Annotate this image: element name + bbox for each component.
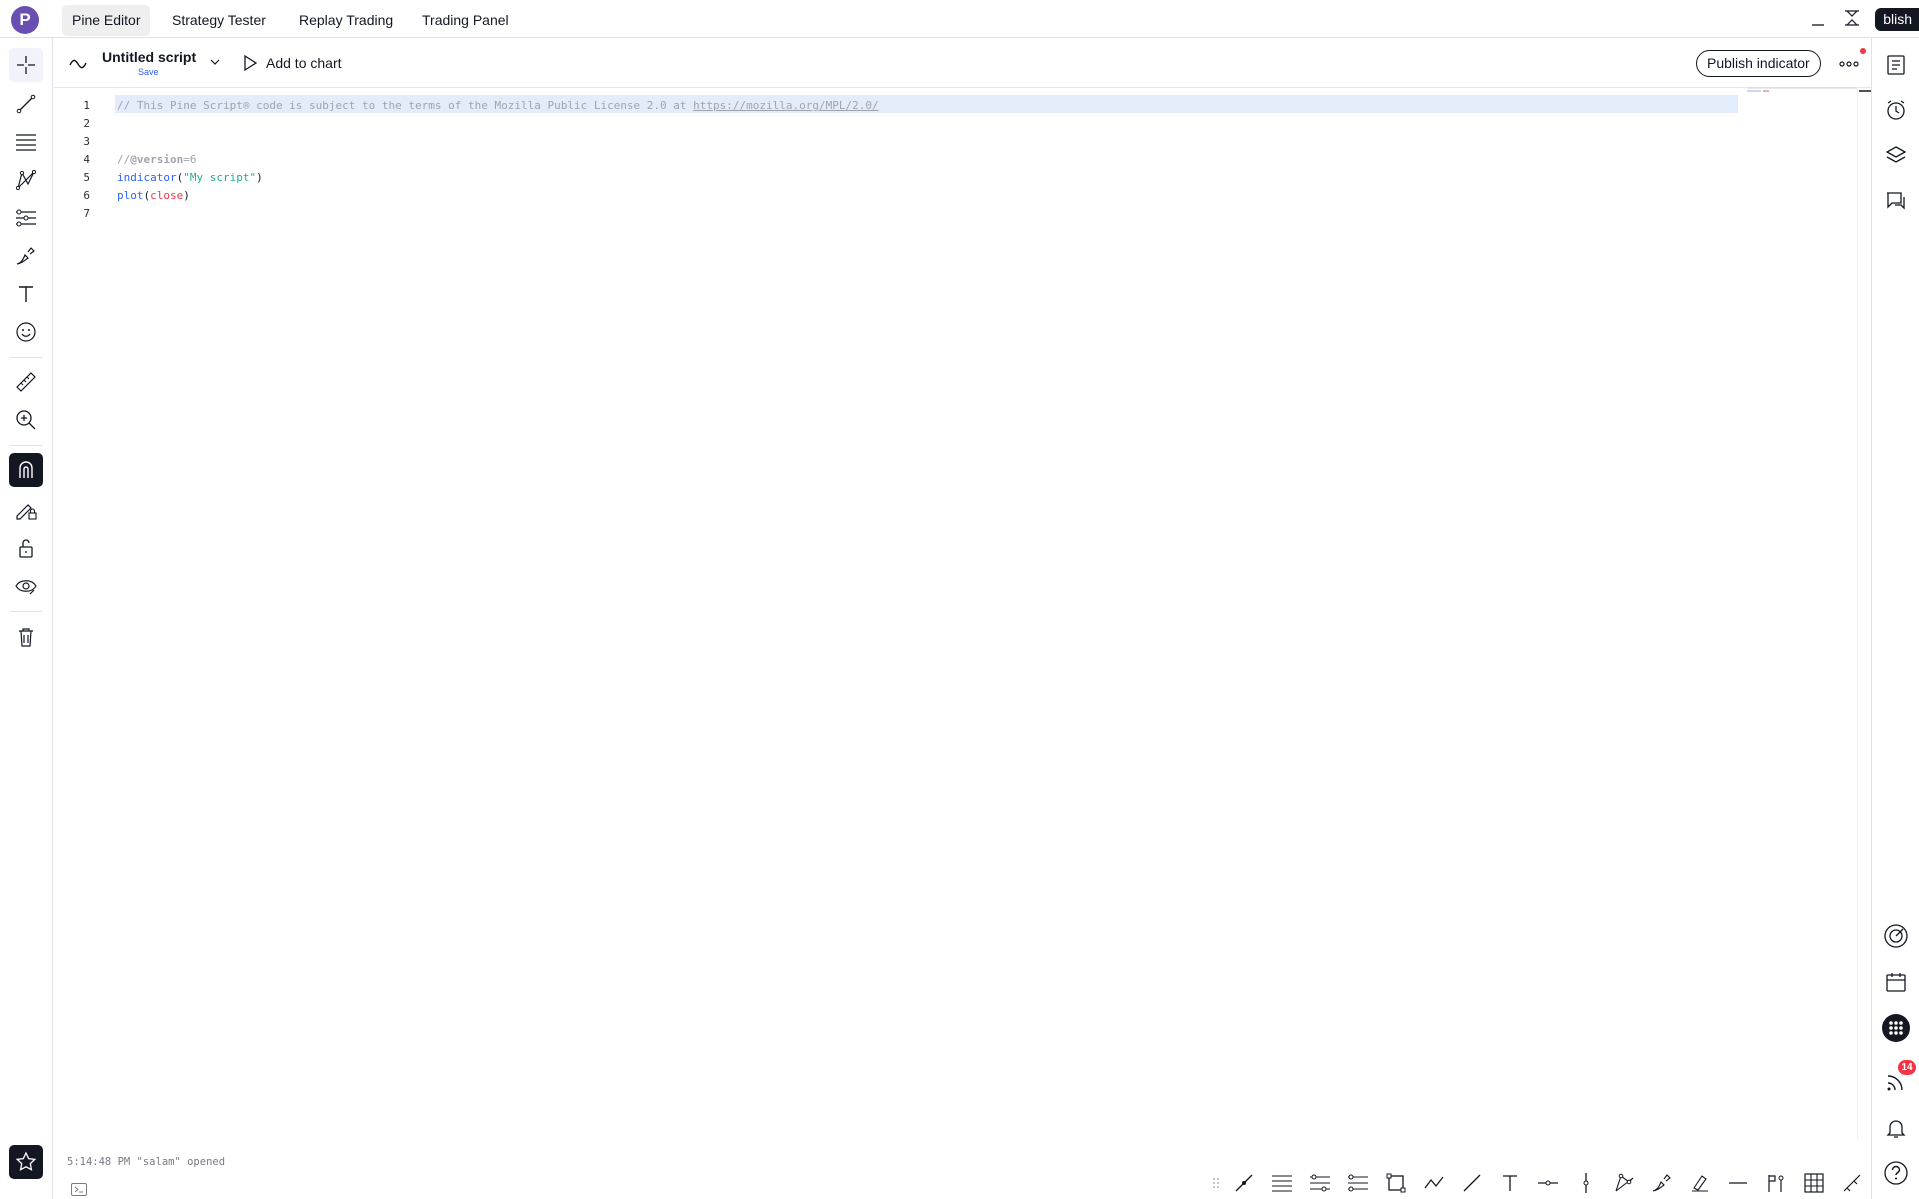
user-avatar[interactable]: P: [11, 6, 39, 34]
editor-header: Untitled script Save Add to chart Publis…: [54, 38, 1871, 88]
chat-icon[interactable]: [1879, 184, 1913, 218]
paren: ): [256, 171, 263, 184]
tab-trading-panel[interactable]: Trading Panel: [412, 5, 519, 36]
crosshair-icon[interactable]: [9, 48, 43, 82]
version-value: =6: [183, 153, 197, 166]
emoji-icon[interactable]: [9, 315, 43, 349]
console-status-message: 5:14:48 PM "salam" opened: [67, 1156, 226, 1168]
parallel-channel-icon[interactable]: [1306, 1169, 1334, 1197]
trend-line-icon[interactable]: [1230, 1169, 1258, 1197]
lock-drawing-icon[interactable]: [9, 493, 43, 527]
left-drawing-toolbar: [0, 38, 53, 1199]
maximize-icon[interactable]: [1842, 8, 1862, 28]
line-number: 7: [83, 207, 90, 220]
trash-icon[interactable]: [9, 620, 43, 654]
license-comment: // This Pine Script® code is subject to …: [117, 99, 694, 112]
tab-replay-trading[interactable]: Replay Trading: [289, 5, 403, 36]
publish-button[interactable]: blish: [1875, 8, 1919, 31]
script-name[interactable]: Untitled script: [102, 49, 196, 65]
target-icon[interactable]: [1879, 919, 1913, 953]
minimize-icon[interactable]: [1808, 10, 1828, 30]
bell-icon[interactable]: [1879, 1111, 1913, 1145]
zoom-in-icon[interactable]: [9, 403, 43, 437]
measure-line-icon[interactable]: [1838, 1169, 1866, 1197]
more-options-icon[interactable]: [1837, 52, 1861, 74]
rectangle-icon[interactable]: [1382, 1169, 1410, 1197]
function-name: plot: [117, 189, 144, 202]
variable: close: [150, 189, 184, 202]
fib-retracement-icon[interactable]: [9, 125, 43, 159]
line-number: 3: [83, 135, 90, 148]
notification-dot: [1860, 48, 1866, 54]
toolbar-divider: [10, 445, 42, 446]
pattern-icon[interactable]: [9, 163, 43, 197]
layers-icon[interactable]: [1879, 139, 1913, 173]
vertical-line-icon[interactable]: [1572, 1169, 1600, 1197]
calendar-icon[interactable]: [1879, 965, 1913, 999]
top-bar: P Pine Editor Strategy Tester Replay Tra…: [0, 0, 1919, 38]
code-line-6[interactable]: plot(close): [117, 189, 190, 202]
unlock-icon[interactable]: [9, 531, 43, 565]
highlighter-icon[interactable]: [1686, 1169, 1714, 1197]
line-number: 2: [83, 117, 90, 130]
play-icon[interactable]: [242, 54, 258, 72]
line-icon[interactable]: [1458, 1169, 1486, 1197]
toolbar-divider: [10, 611, 42, 612]
code-minimap[interactable]: [1747, 86, 1859, 100]
path-icon[interactable]: [1420, 1169, 1448, 1197]
tab-strategy-tester[interactable]: Strategy Tester: [162, 5, 276, 36]
pitchfork-icon[interactable]: [1344, 1169, 1372, 1197]
line-number: 6: [83, 189, 90, 202]
feed-icon[interactable]: 14: [1879, 1060, 1916, 1099]
add-to-chart-button[interactable]: Add to chart: [266, 55, 342, 71]
line-number: 1: [83, 99, 90, 112]
toolbar-divider: [10, 357, 42, 358]
fib-retracement-icon[interactable]: [1268, 1169, 1296, 1197]
version-annotation: @version: [130, 153, 184, 166]
code-editor[interactable]: 1 2 3 4 5 6 7 // This Pine Script® code …: [54, 94, 1864, 1144]
grid-icon[interactable]: [1800, 1169, 1828, 1197]
console-toggle-icon[interactable]: [71, 1183, 87, 1196]
comment-prefix: //: [117, 153, 131, 166]
text-icon[interactable]: [9, 277, 43, 311]
horizontal-line-icon[interactable]: [1534, 1169, 1562, 1197]
text-icon[interactable]: [1496, 1169, 1524, 1197]
code-line-1[interactable]: // This Pine Script® code is subject to …: [117, 99, 879, 112]
license-url-link[interactable]: https://mozilla.org/MPL/2.0/: [693, 99, 878, 112]
string-literal: "My script": [183, 171, 257, 184]
script-type-icon: [68, 52, 88, 72]
ray-icon[interactable]: [1724, 1169, 1752, 1197]
chevron-down-icon[interactable]: [208, 55, 222, 69]
code-line-5[interactable]: indicator("My script"): [117, 171, 263, 184]
drag-handle-icon[interactable]: [1210, 1169, 1222, 1197]
line-number: 4: [83, 153, 90, 166]
notifications-count-badge: 14: [1898, 1060, 1916, 1075]
magnet-icon[interactable]: [9, 453, 43, 487]
watchlist-icon[interactable]: [1879, 48, 1913, 82]
publish-indicator-button[interactable]: Publish indicator: [1696, 50, 1821, 77]
alerts-clock-icon[interactable]: [1879, 93, 1913, 127]
save-link[interactable]: Save: [138, 67, 159, 77]
paren: ): [183, 189, 190, 202]
apps-grid-icon[interactable]: [1879, 1011, 1913, 1045]
pattern-icon[interactable]: [1610, 1169, 1638, 1197]
help-icon[interactable]: [1879, 1156, 1913, 1190]
brush-icon[interactable]: [9, 239, 43, 273]
tab-pine-editor[interactable]: Pine Editor: [62, 5, 151, 36]
right-sidebar: 14: [1871, 38, 1919, 1199]
ruler-icon[interactable]: [9, 365, 43, 399]
code-line-4[interactable]: //@version=6: [117, 153, 196, 166]
bottom-drawing-toolbar: [1210, 1166, 1871, 1199]
function-name: indicator: [117, 171, 177, 184]
eye-icon[interactable]: [9, 569, 43, 603]
trend-line-icon[interactable]: [9, 87, 43, 121]
prediction-icon[interactable]: [9, 201, 43, 235]
flag-marks-icon[interactable]: [1762, 1169, 1790, 1197]
favorites-star-icon[interactable]: [9, 1145, 43, 1179]
vertical-scrollbar[interactable]: [1857, 88, 1871, 1140]
brush-icon[interactable]: [1648, 1169, 1676, 1197]
line-number: 5: [83, 171, 90, 184]
